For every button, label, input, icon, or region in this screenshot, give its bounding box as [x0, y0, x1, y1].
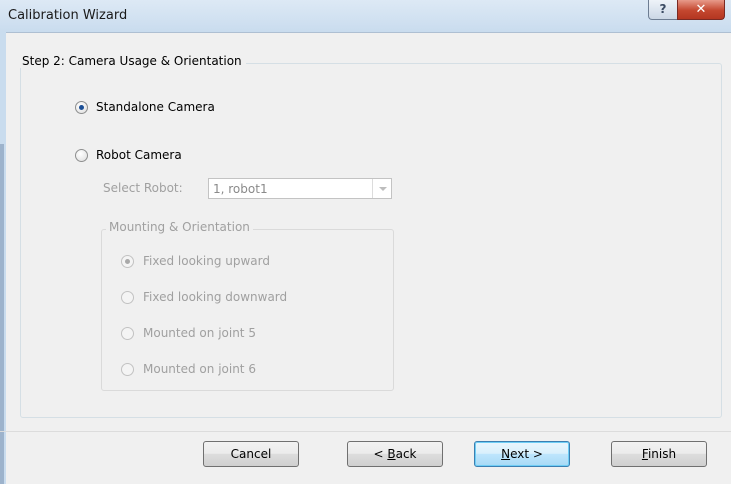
fixed-downward-radio[interactable] — [121, 291, 134, 304]
cancel-button[interactable]: Cancel — [203, 441, 299, 467]
mounting-orientation-caption: Mounting & Orientation — [106, 220, 253, 234]
close-icon: ✕ — [695, 2, 707, 17]
cancel-button-label: Cancel — [230, 447, 272, 461]
standalone-camera-label[interactable]: Standalone Camera — [96, 100, 215, 114]
close-button[interactable]: ✕ — [677, 0, 725, 20]
title-bar[interactable]: Calibration Wizard ? ✕ — [0, 0, 731, 33]
joint-6-radio[interactable] — [121, 363, 134, 376]
help-icon: ? — [659, 2, 667, 16]
fixed-upward-label[interactable]: Fixed looking upward — [143, 254, 270, 268]
next-button-rest: ext > — [510, 447, 543, 461]
joint-5-radio[interactable] — [121, 327, 134, 340]
standalone-camera-radio[interactable] — [75, 101, 88, 114]
next-button-accesskey: N — [501, 447, 511, 461]
step-caption: Step 2: Camera Usage & Orientation — [20, 54, 246, 68]
chevron-down-icon — [379, 187, 387, 191]
joint-6-label[interactable]: Mounted on joint 6 — [143, 362, 256, 376]
fixed-downward-label[interactable]: Fixed looking downward — [143, 290, 287, 304]
select-robot-value: 1, robot1 — [213, 182, 268, 196]
window-left-frame — [0, 32, 6, 484]
robot-camera-radio[interactable] — [75, 149, 88, 162]
finish-button[interactable]: Finish — [611, 441, 707, 467]
help-button[interactable]: ? — [648, 0, 678, 20]
back-button-prefix: < — [373, 447, 388, 461]
joint-5-label[interactable]: Mounted on joint 5 — [143, 326, 256, 340]
next-button[interactable]: Next > — [474, 441, 570, 467]
fixed-upward-radio[interactable] — [121, 255, 134, 268]
select-robot-dropdown[interactable]: 1, robot1 — [208, 178, 392, 199]
back-button-accesskey: B — [387, 447, 396, 461]
robot-camera-label[interactable]: Robot Camera — [96, 148, 182, 162]
finish-button-rest: inish — [647, 447, 677, 461]
back-button[interactable]: < Back — [347, 441, 443, 467]
select-robot-label: Select Robot: — [103, 181, 183, 195]
frame-accent — [0, 144, 4, 484]
back-button-rest: ack — [395, 447, 417, 461]
window-title: Calibration Wizard — [8, 8, 128, 23]
calibration-wizard-window: Calibration Wizard ? ✕ Step 2: Camera Us… — [0, 0, 731, 484]
dropdown-toggle[interactable] — [372, 179, 391, 198]
footer-separator — [0, 431, 731, 432]
